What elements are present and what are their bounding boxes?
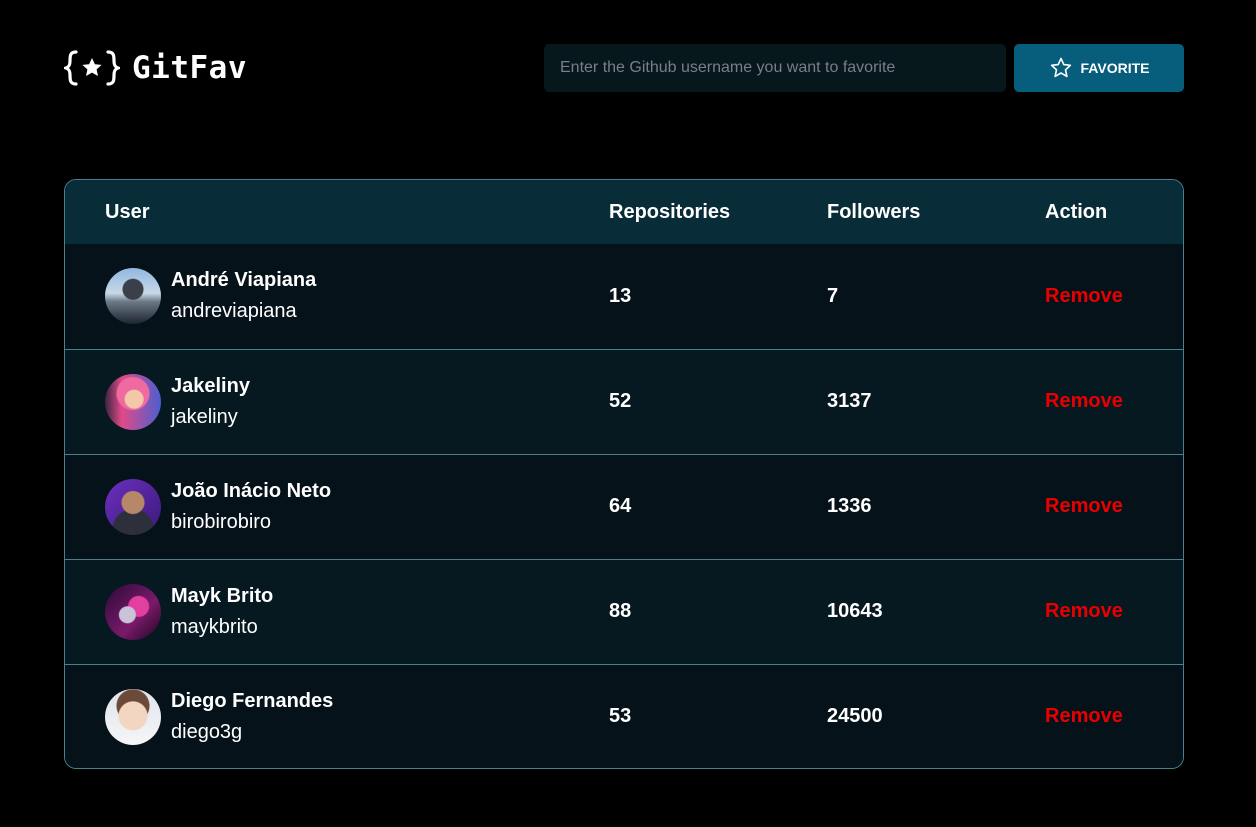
repositories-count: 13 [609,284,632,307]
remove-button[interactable]: Remove [1045,390,1123,413]
star-outline-icon [1049,56,1073,80]
followers-count: 1336 [827,453,1045,559]
braces-star-icon [64,48,120,88]
user-login[interactable]: jakeliny [171,401,250,433]
user-name[interactable]: João Inácio Neto [171,476,331,506]
action-cell: Remove [1045,244,1183,349]
user-login[interactable]: maykbrito [171,611,273,643]
app-title: GitFav [132,50,247,86]
user-name[interactable]: Diego Fernandes [171,686,333,716]
user-info: João Inácio Neto birobirobiro [105,476,609,538]
app-header: GitFav FAVORITE [64,44,1184,92]
table-row: André Viapiana andreviapiana 13 7 Remove [65,244,1183,349]
user-info: André Viapiana andreviapiana [105,265,609,327]
table-row: Jakeliny jakeliny 52 3137 Remove [65,348,1183,454]
action-cell: Remove [1045,663,1183,768]
remove-button[interactable]: Remove [1045,285,1123,308]
avatar[interactable] [105,583,161,640]
repositories-count: 88 [609,558,827,664]
followers-count: 24500 [827,663,1045,768]
remove-button[interactable]: Remove [1045,705,1123,728]
avatar[interactable] [105,688,161,745]
favorite-button-label: FAVORITE [1080,60,1150,76]
followers-count: 7 [827,284,839,307]
favorites-table: User Repositories Followers Action André… [64,179,1184,769]
user-cell: Diego Fernandes diego3g [65,663,609,768]
avatar[interactable] [105,373,161,430]
user-login[interactable]: andreviapiana [171,295,316,327]
user-name[interactable]: Mayk Brito [171,581,273,611]
user-cell: Mayk Brito maykbrito [65,558,609,664]
table-row: João Inácio Neto birobirobiro 64 1336 Re… [65,453,1183,559]
favorite-button[interactable]: FAVORITE [1014,44,1184,92]
action-cell: Remove [1045,558,1183,664]
avatar[interactable] [105,478,161,535]
user-cell: João Inácio Neto birobirobiro [65,453,609,559]
column-header-repositories: Repositories [609,200,731,223]
remove-button[interactable]: Remove [1045,495,1123,518]
table-header-row: User Repositories Followers Action [65,180,1183,244]
user-login[interactable]: birobirobiro [171,506,331,538]
user-info: Diego Fernandes diego3g [105,686,609,748]
table-row: Diego Fernandes diego3g 53 24500 Remove [65,663,1183,768]
user-name[interactable]: André Viapiana [171,265,316,295]
user-name[interactable]: Jakeliny [171,371,250,401]
user-info: Mayk Brito maykbrito [105,581,609,643]
column-header-action: Action [1045,200,1108,223]
column-header-followers: Followers [827,200,921,223]
action-cell: Remove [1045,348,1183,454]
user-cell: André Viapiana andreviapiana [65,244,609,349]
user-info: Jakeliny jakeliny [105,371,609,433]
user-login[interactable]: diego3g [171,716,333,748]
followers-count: 10643 [827,558,1045,664]
followers-count: 3137 [827,348,1045,454]
repositories-count: 64 [609,453,827,559]
repositories-count: 53 [609,663,827,768]
repositories-count: 52 [609,348,827,454]
logo: GitFav [64,44,247,92]
column-header-user: User [105,200,150,223]
user-cell: Jakeliny jakeliny [65,348,609,454]
remove-button[interactable]: Remove [1045,600,1123,623]
table-row: Mayk Brito maykbrito 88 10643 Remove [65,558,1183,664]
favorite-form: FAVORITE [544,44,1184,92]
action-cell: Remove [1045,453,1183,559]
avatar[interactable] [105,268,161,325]
github-username-input[interactable] [544,44,1006,92]
